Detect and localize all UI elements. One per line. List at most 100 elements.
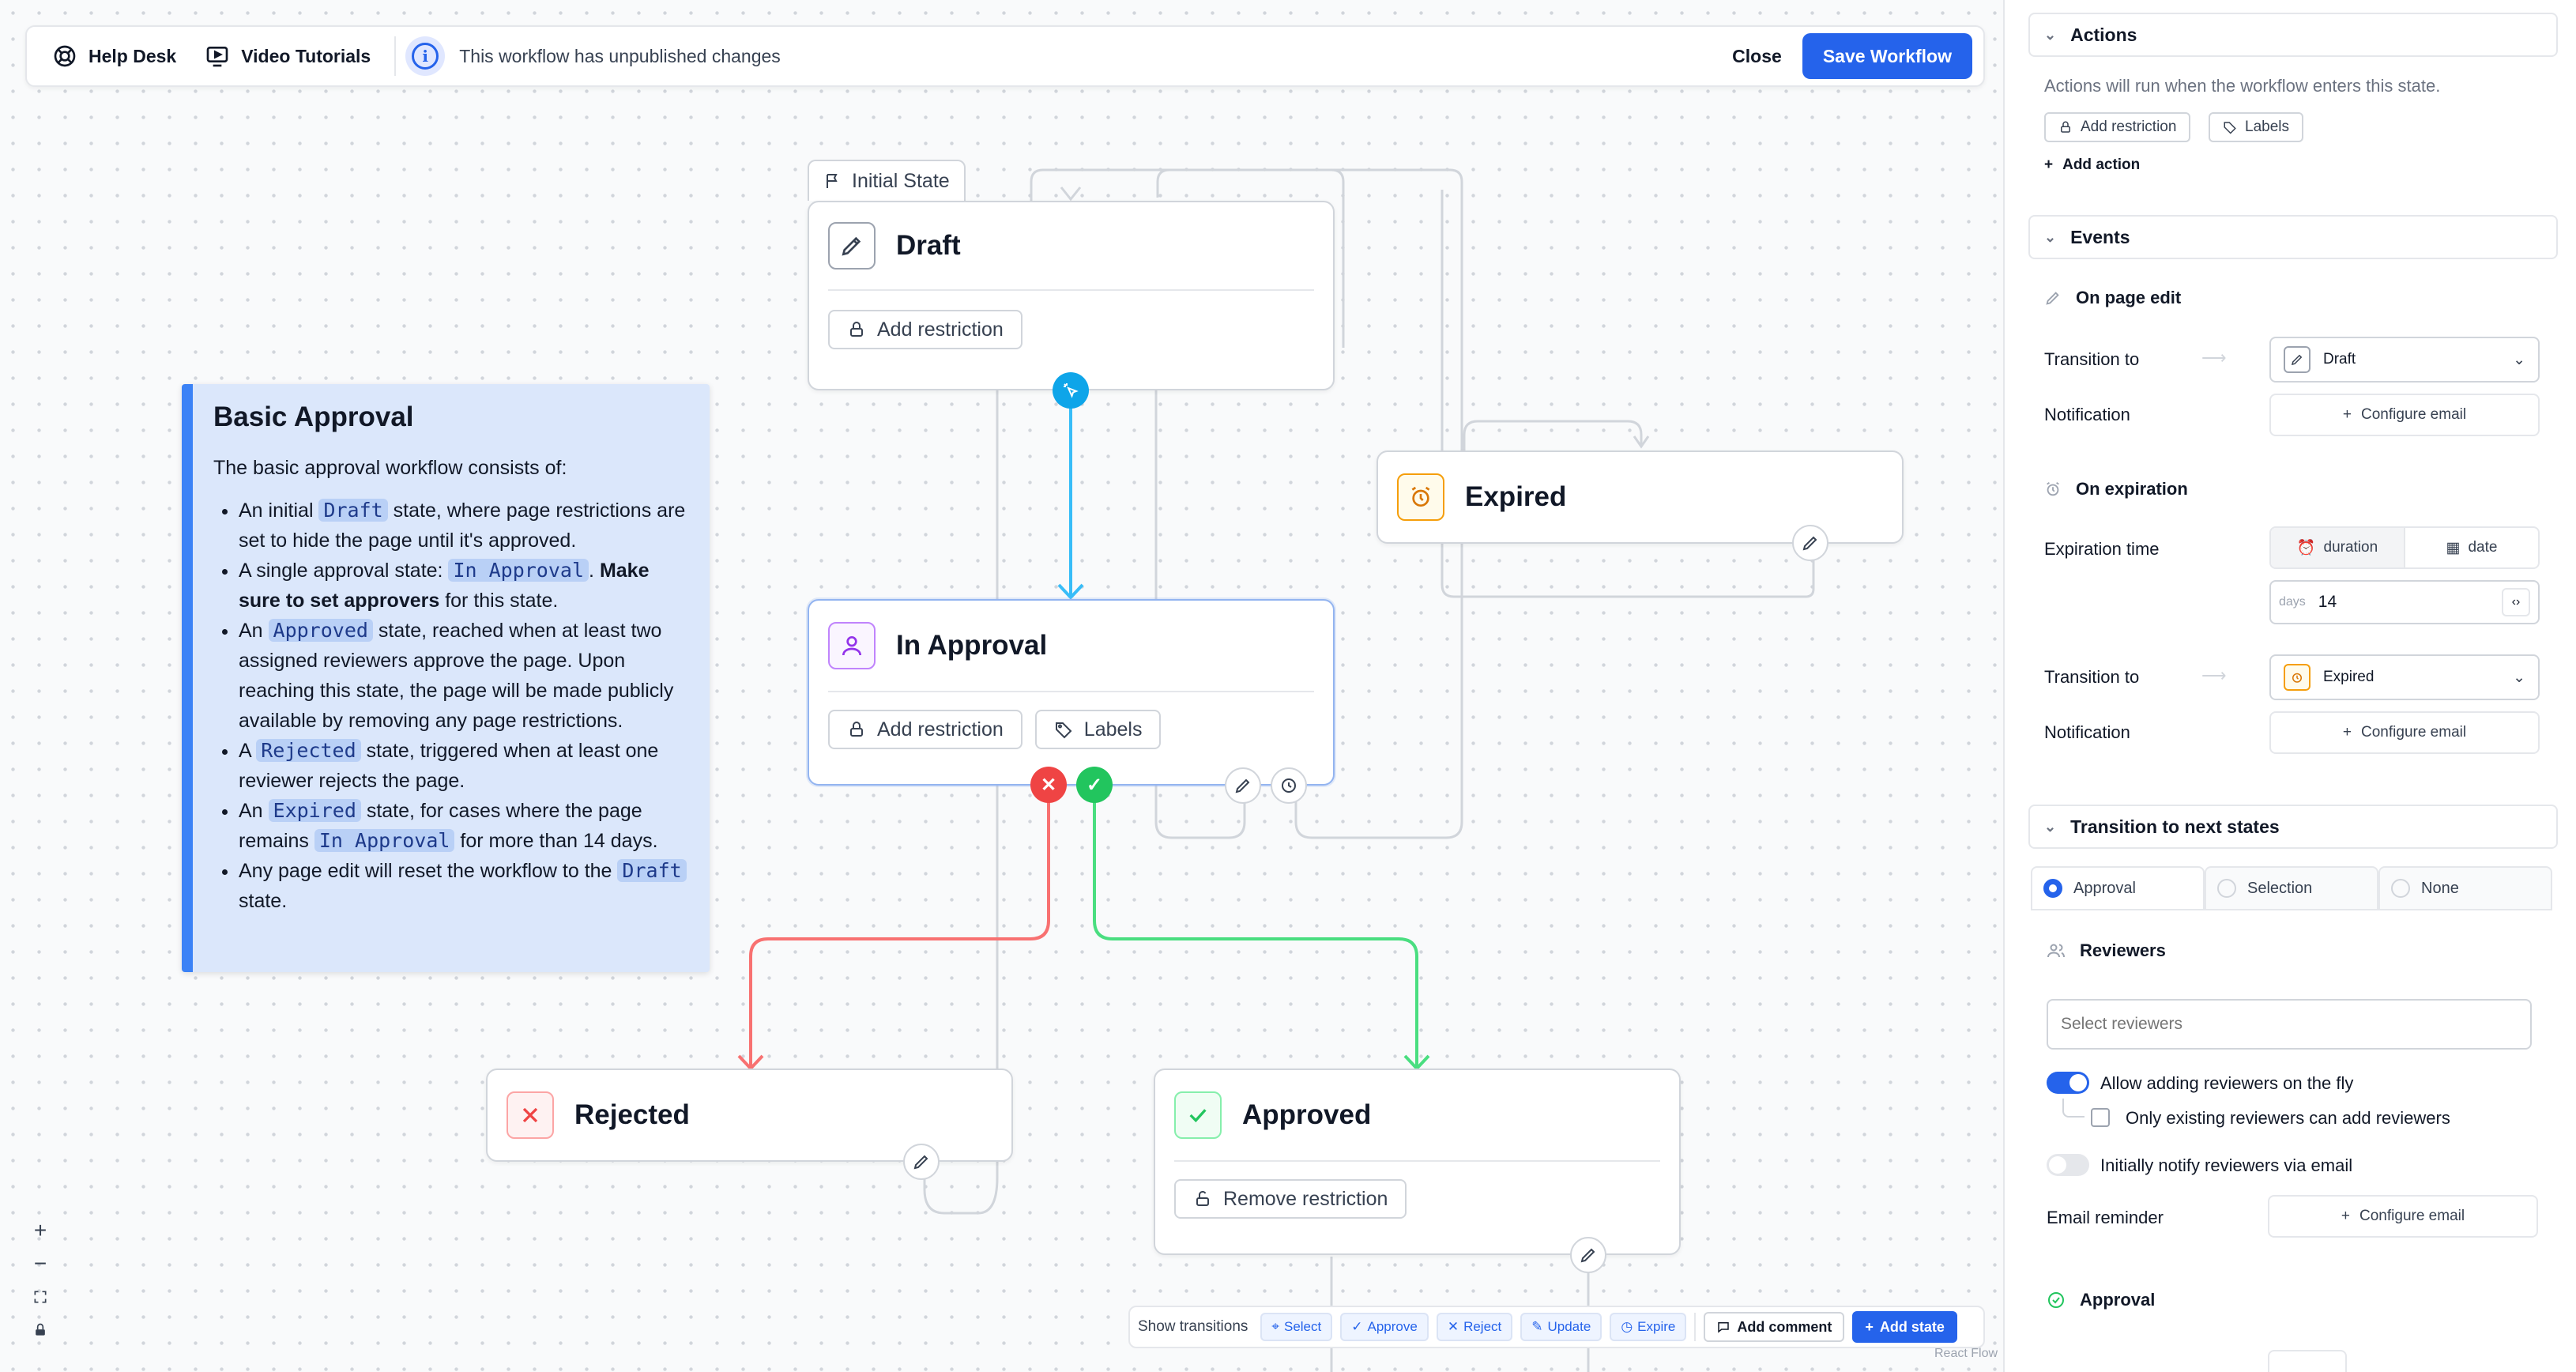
- workflow-canvas[interactable]: Help Desk Video Tutorials i This workflo…: [0, 0, 2003, 1372]
- toggle-approve-transitions[interactable]: ✓ Approve: [1340, 1313, 1429, 1341]
- events-section-header[interactable]: ⌄ Events: [2028, 215, 2558, 259]
- pointer-click-icon: [1064, 383, 1079, 398]
- labels-chip[interactable]: Labels: [1034, 710, 1162, 749]
- tab-label: None: [2421, 879, 2459, 897]
- comment-icon: [1718, 1322, 1730, 1333]
- video-tutorials-button[interactable]: Video Tutorials: [190, 35, 385, 77]
- state-node-approved[interactable]: Approved Remove restriction: [1154, 1069, 1681, 1255]
- duration-option[interactable]: ⏰ duration: [2271, 528, 2404, 567]
- state-node-in-approval[interactable]: In Approval Add restriction Labels: [808, 599, 1335, 786]
- add-restriction-action[interactable]: Add restriction: [2044, 112, 2191, 142]
- edit-state-button[interactable]: [1570, 1237, 1606, 1273]
- show-transitions-label: Show transitions: [1138, 1318, 1248, 1335]
- chevron-down-icon: ⌄: [2513, 351, 2525, 368]
- state-title: In Approval: [896, 630, 1048, 661]
- only-existing-reviewers-checkbox[interactable]: [2091, 1108, 2110, 1127]
- approval-count-input[interactable]: [2268, 1350, 2347, 1372]
- configure-email-button[interactable]: + Configure email: [2269, 394, 2540, 436]
- stepper-icon[interactable]: ‹›: [2502, 588, 2530, 616]
- expiration-days-input[interactable]: days 14 ‹›: [2269, 580, 2540, 624]
- section-title: Actions: [2070, 24, 2137, 45]
- arrow-right-icon: ⟶: [2201, 665, 2227, 685]
- pencil-icon: [2046, 292, 2059, 305]
- date-option[interactable]: ▦ date: [2404, 528, 2538, 567]
- expiration-target-select[interactable]: Expired ⌄: [2269, 654, 2540, 700]
- users-icon: [2047, 944, 2065, 958]
- zoom-out-button[interactable]: −: [24, 1247, 57, 1280]
- video-icon: [206, 47, 228, 67]
- transition-to-label: Transition to: [2044, 667, 2140, 687]
- actions-section-header[interactable]: ⌄ Actions: [2028, 13, 2558, 57]
- list-item: A single approval state: In Approval. Ma…: [239, 556, 689, 616]
- zoom-in-button[interactable]: +: [24, 1214, 57, 1247]
- approve-transition-handle[interactable]: ✓: [1076, 767, 1113, 803]
- select-transition-handle[interactable]: [1053, 372, 1089, 409]
- button-label: Configure email: [2361, 406, 2467, 423]
- close-button[interactable]: Close: [1712, 46, 1802, 67]
- state-title: Approved: [1242, 1099, 1372, 1130]
- edit-state-button[interactable]: [1225, 767, 1261, 804]
- state-node-expired[interactable]: Expired: [1377, 450, 1904, 544]
- calendar-icon: ▦: [2446, 539, 2461, 556]
- edit-state-button[interactable]: [1792, 525, 1828, 561]
- transition-type-tabs: Approval Selection None: [2031, 866, 2552, 910]
- toggle-reject-transitions[interactable]: ✕ Reject: [1436, 1313, 1513, 1341]
- info-icon: i: [405, 36, 446, 76]
- add-comment-button[interactable]: Add comment: [1704, 1312, 1845, 1342]
- allow-adding-reviewers-toggle[interactable]: [2047, 1072, 2089, 1094]
- labels-action[interactable]: Labels: [2209, 112, 2303, 142]
- page-edit-target-select[interactable]: Draft ⌄: [2269, 337, 2540, 383]
- reviewers-label: Reviewers: [2047, 940, 2166, 961]
- transitions-section-header[interactable]: ⌄ Transition to next states: [2028, 805, 2558, 849]
- days-value: 14: [2318, 593, 2337, 611]
- add-restriction-chip[interactable]: Add restriction: [828, 710, 1022, 749]
- unpublished-message: This workflow has unpublished changes: [459, 45, 781, 66]
- expire-transition-button[interactable]: [1271, 767, 1307, 804]
- remove-restriction-chip[interactable]: Remove restriction: [1174, 1179, 1407, 1219]
- chip-label: Remove restriction: [1223, 1187, 1388, 1210]
- button-label: Add state: [1879, 1318, 1945, 1335]
- react-flow-attribution[interactable]: React Flow: [1934, 1347, 1998, 1361]
- note-list: An initial Draft state, where page restr…: [213, 496, 689, 916]
- tab-none[interactable]: None: [2378, 866, 2552, 909]
- save-workflow-button[interactable]: Save Workflow: [1802, 33, 1972, 79]
- notify-reviewers-toggle[interactable]: [2047, 1154, 2089, 1176]
- lock-view-button[interactable]: [24, 1314, 57, 1347]
- state-node-rejected[interactable]: Rejected: [486, 1069, 1013, 1162]
- plus-icon: +: [2342, 406, 2352, 423]
- initial-state-tab: Initial State: [808, 160, 966, 201]
- toggle-expire-transitions[interactable]: ◷ Expire: [1610, 1313, 1687, 1341]
- configure-email-button[interactable]: + Configure email: [2268, 1195, 2538, 1238]
- expiration-mode-switch: ⏰ duration ▦ date: [2269, 526, 2540, 569]
- actions-description: Actions will run when the workflow enter…: [2044, 76, 2441, 96]
- select-reviewers-input[interactable]: [2047, 999, 2532, 1050]
- tab-approval[interactable]: Approval: [2031, 866, 2205, 909]
- tab-selection[interactable]: Selection: [2205, 866, 2378, 909]
- chevron-down-icon: ⌄: [2513, 669, 2525, 686]
- pencil-icon: [2284, 346, 2310, 373]
- toggle-update-transitions[interactable]: ✎ Update: [1520, 1313, 1602, 1341]
- add-state-button[interactable]: + Add state: [1852, 1311, 1957, 1343]
- transition-to-label: Transition to: [2044, 349, 2140, 369]
- reject-transition-handle[interactable]: ✕: [1030, 767, 1067, 803]
- state-title: Expired: [1465, 481, 1567, 512]
- edit-state-button[interactable]: [903, 1144, 940, 1180]
- fit-view-button[interactable]: [24, 1280, 57, 1314]
- help-desk-button[interactable]: Help Desk: [38, 35, 190, 77]
- pencil-icon: [1235, 778, 1250, 793]
- flag-icon: [827, 174, 838, 188]
- button-label: Add comment: [1737, 1318, 1832, 1335]
- note-title: Basic Approval: [213, 401, 414, 432]
- configure-email-button[interactable]: + Configure email: [2269, 711, 2540, 754]
- alarm-clock-icon: [1397, 473, 1444, 521]
- workflow-note[interactable]: Basic Approval The basic approval workfl…: [182, 384, 710, 972]
- plus-icon: +: [2044, 156, 2054, 173]
- chip-label: Select: [1283, 1319, 1322, 1334]
- state-node-draft[interactable]: Draft Add restriction: [808, 201, 1335, 390]
- lock-icon: [850, 322, 863, 337]
- toggle-select-transitions[interactable]: ⌖ Select: [1260, 1313, 1333, 1341]
- option-label: duration: [2323, 539, 2378, 556]
- add-restriction-chip[interactable]: Add restriction: [828, 310, 1022, 349]
- add-action-button[interactable]: + Add action: [2044, 156, 2140, 174]
- pencil-icon: [1802, 536, 1817, 551]
